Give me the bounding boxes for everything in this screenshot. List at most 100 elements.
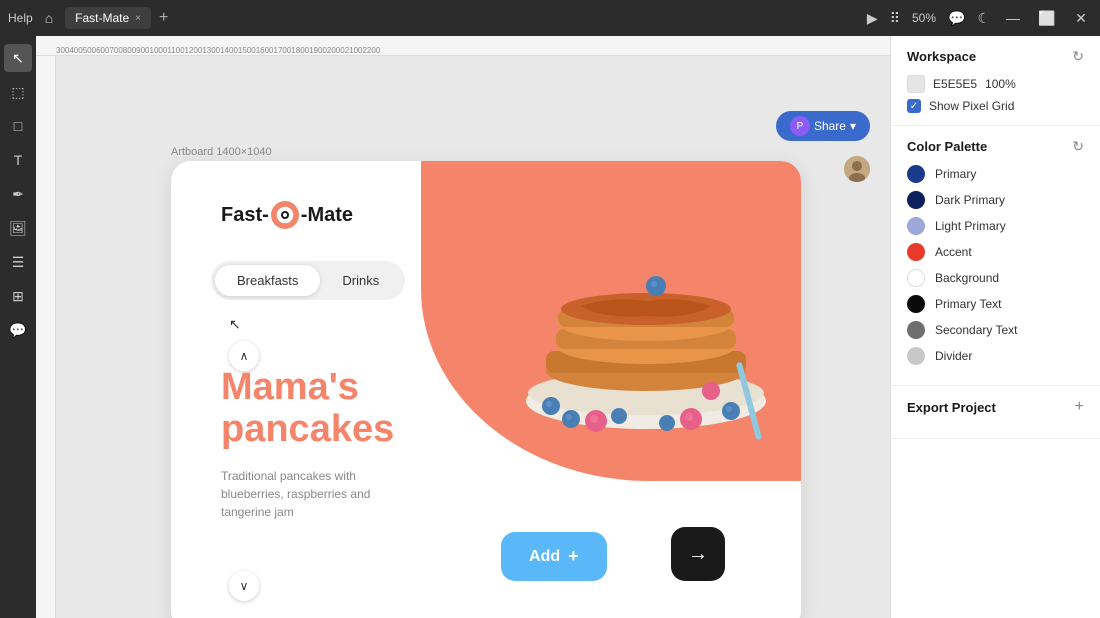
color-item-accent: Accent <box>907 243 1084 261</box>
dark-primary-color-swatch[interactable] <box>907 191 925 209</box>
ruler-tick: 1500 <box>238 46 256 55</box>
food-title-line2: pancakes <box>221 409 394 451</box>
active-tab[interactable]: Fast-Mate × <box>65 7 151 29</box>
ruler-tick: 500 <box>83 46 96 55</box>
color-item-background: Background <box>907 269 1084 287</box>
color-palette-header: Color Palette ↻ <box>907 138 1084 155</box>
select-tool[interactable]: ↖ <box>4 44 32 72</box>
artboard: Fast- -Mate Breakfasts Drinks ↖ ∧ <box>171 161 801 618</box>
comment-icon[interactable]: 💬 <box>948 10 965 27</box>
pancake-image <box>491 171 791 451</box>
color-item-primary-text: Primary Text <box>907 295 1084 313</box>
ruler-tick: 600 <box>96 46 109 55</box>
help-menu[interactable]: Help <box>8 11 33 25</box>
ruler-tick: 1700 <box>274 46 292 55</box>
shape-tool[interactable]: □ <box>4 112 32 140</box>
brand-logo: Fast- -Mate <box>221 201 353 229</box>
add-tab-button[interactable]: + <box>159 9 168 27</box>
logo-icon <box>271 201 299 229</box>
light-primary-color-swatch[interactable] <box>907 217 925 235</box>
primary-color-label: Primary <box>935 167 976 181</box>
close-button[interactable]: ✕ <box>1070 10 1092 27</box>
grid-tool[interactable]: ⊞ <box>4 282 32 310</box>
next-button[interactable]: → <box>671 527 725 581</box>
workspace-color-swatch[interactable] <box>907 75 925 93</box>
primary-text-color-swatch[interactable] <box>907 295 925 313</box>
ruler-tick: 1200 <box>185 46 203 55</box>
run-icon[interactable]: ▶ <box>867 10 878 27</box>
ruler-left <box>36 56 56 618</box>
divider-color-swatch[interactable] <box>907 347 925 365</box>
text-tool[interactable]: T <box>4 146 32 174</box>
secondary-text-color-swatch[interactable] <box>907 321 925 339</box>
artboard-inner: Fast- -Mate Breakfasts Drinks ↖ ∧ <box>171 161 801 618</box>
ruler-tick: 400 <box>69 46 82 55</box>
add-plus-icon: + <box>568 546 579 567</box>
topbar: Help ⌂ Fast-Mate × + ▶ ⠿ 50% 💬 ☾ — ⬜ ✕ <box>0 0 1100 36</box>
pen-tool[interactable]: ✒ <box>4 180 32 208</box>
workspace-title: Workspace <box>907 49 976 64</box>
grid-icon[interactable]: ⠿ <box>890 10 900 27</box>
canvas-content: Artboard 1400×1040 P Share ▾ Fast- <box>56 56 890 618</box>
ruler-tick: 900 <box>136 46 149 55</box>
workspace-opacity: 100% <box>985 77 1016 91</box>
pixel-grid-checkbox[interactable]: ✓ <box>907 99 921 113</box>
ruler-tick: 1800 <box>291 46 309 55</box>
ruler-marks: 300 400 500 600 700 800 900 1000 1100 12… <box>36 46 890 55</box>
accent-color-label: Accent <box>935 245 972 259</box>
frame-tool[interactable]: ⬚ <box>4 78 32 106</box>
brand-text-part1: Fast- <box>221 204 269 227</box>
color-palette-section: Color Palette ↻ Primary Dark Primary Lig… <box>891 126 1100 386</box>
zoom-level[interactable]: 50% <box>912 11 936 25</box>
share-label: Share <box>814 119 846 133</box>
workspace-refresh-icon[interactable]: ↻ <box>1072 48 1084 65</box>
workspace-section: Workspace ↻ E5E5E5 100% ✓ Show Pixel Gri… <box>891 36 1100 126</box>
image-tool[interactable]: 🖼 <box>4 214 32 242</box>
home-icon[interactable]: ⌂ <box>45 10 53 26</box>
accent-color-swatch[interactable] <box>907 243 925 261</box>
export-section: Export Project + <box>891 386 1100 439</box>
tabs-nav: Breakfasts Drinks <box>211 261 405 300</box>
tab-drinks[interactable]: Drinks <box>320 265 401 296</box>
maximize-button[interactable]: ⬜ <box>1036 10 1058 27</box>
ruler-tick: 2200 <box>362 46 380 55</box>
tab-close-icon[interactable]: × <box>135 13 141 24</box>
ruler-top: 300 400 500 600 700 800 900 1000 1100 12… <box>36 36 890 56</box>
comment-tool[interactable]: 💬 <box>4 316 32 344</box>
component-tool[interactable]: ☰ <box>4 248 32 276</box>
checkbox-check-icon: ✓ <box>910 101 918 112</box>
food-title: Mama's pancakes <box>221 367 394 451</box>
minimize-button[interactable]: — <box>1002 10 1024 26</box>
color-item-primary: Primary <box>907 165 1084 183</box>
arrow-icon: → <box>688 543 708 566</box>
color-item-dark-primary: Dark Primary <box>907 191 1084 209</box>
nav-down-button[interactable]: ∨ <box>229 571 259 601</box>
color-palette-title: Color Palette <box>907 139 987 154</box>
ruler-tick: 1600 <box>256 46 274 55</box>
canvas-area[interactable]: 300 400 500 600 700 800 900 1000 1100 12… <box>36 36 890 618</box>
export-plus-icon[interactable]: + <box>1075 398 1084 416</box>
artboard-label: Artboard 1400×1040 <box>171 146 272 158</box>
color-palette-refresh-icon[interactable]: ↻ <box>1072 138 1084 155</box>
share-button[interactable]: P Share ▾ <box>776 111 870 141</box>
food-description: Traditional pancakes with blueberries, r… <box>221 467 421 521</box>
tab-breakfasts[interactable]: Breakfasts <box>215 265 320 296</box>
color-item-secondary-text: Secondary Text <box>907 321 1084 339</box>
primary-color-swatch[interactable] <box>907 165 925 183</box>
add-button[interactable]: Add + <box>501 532 607 581</box>
left-toolbar: ↖ ⬚ □ T ✒ 🖼 ☰ ⊞ 💬 <box>0 36 36 618</box>
secondary-text-color-label: Secondary Text <box>935 323 1018 337</box>
ruler-tick: 1400 <box>220 46 238 55</box>
food-title-line1: Mama's <box>221 367 394 409</box>
workspace-hex: E5E5E5 <box>933 77 977 91</box>
add-label: Add <box>529 548 560 566</box>
collaborator-avatar <box>844 156 870 182</box>
divider-color-label: Divider <box>935 349 972 363</box>
brand-text-part2: -Mate <box>301 204 353 227</box>
ruler-tick: 700 <box>109 46 122 55</box>
background-color-swatch[interactable] <box>907 269 925 287</box>
ruler-tick: 300 <box>56 46 69 55</box>
ruler-tick: 800 <box>123 46 136 55</box>
dark-mode-icon[interactable]: ☾ <box>977 10 990 27</box>
dark-primary-color-label: Dark Primary <box>935 193 1005 207</box>
